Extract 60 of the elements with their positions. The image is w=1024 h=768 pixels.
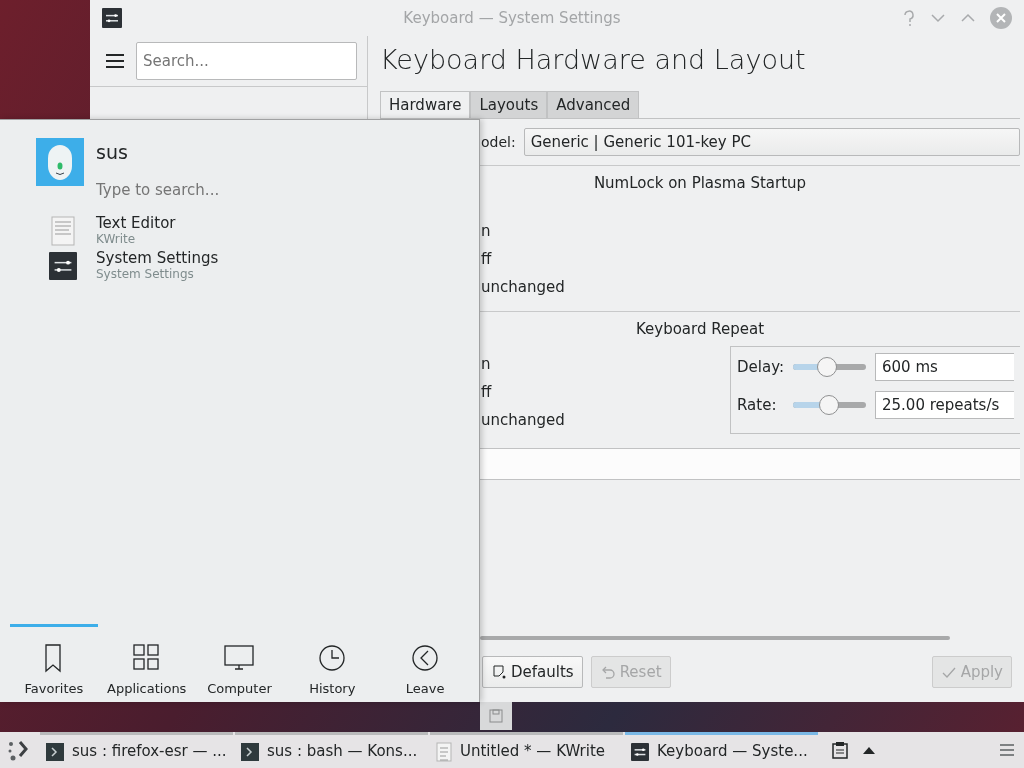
launcher-tab[interactable]: Applications [102,623,191,698]
launcher-tab[interactable]: History [288,623,377,698]
taskbar-button[interactable]: sus : firefox-esr — ... [40,732,233,768]
launcher-tab[interactable]: Computer [195,623,284,698]
monitor-icon [224,642,255,673]
settings-app-icon [49,251,77,280]
settings-app-icon [631,742,649,761]
tab[interactable]: Advanced [547,90,640,118]
scrollbar[interactable] [480,635,950,640]
page-heading: Keyboard Hardware and Layout [380,43,807,77]
option-label: ff [481,382,493,403]
field-label: Rate: [737,394,778,416]
slider-handle[interactable] [818,395,839,415]
launcher-item[interactable]: Text Editor KWrite [48,215,479,246]
terminal-icon [241,742,259,761]
expand-up-icon[interactable] [862,745,876,755]
spin-field[interactable]: 600 ms [875,353,1014,381]
taskbar-button[interactable]: Untitled * — KWrite [430,732,623,768]
slider-handle[interactable] [817,357,838,377]
settings-app-icon [102,8,122,28]
menu-icon[interactable] [106,54,124,68]
launcher-icon[interactable] [7,738,31,762]
terminal-icon [46,742,64,761]
document-icon [436,741,452,762]
option-label: unchanged [481,410,565,431]
slider-track[interactable] [793,356,866,378]
keyboard-model-dropdown[interactable]: Generic | Generic 101-key PC [523,128,1020,156]
close-icon[interactable] [990,7,1012,29]
option-label: ff [481,248,493,270]
taskbar-button[interactable]: Keyboard — Syste... [625,732,818,768]
save-icon [489,709,503,723]
search-field[interactable]: Search... [136,42,357,80]
clipboard-icon[interactable] [832,741,848,759]
help-icon[interactable] [902,10,916,26]
launcher-tab[interactable]: Favorites [10,623,98,698]
document-icon [491,663,507,680]
window-title: Keyboard — System Settings [402,7,622,29]
user-name: sus [96,140,129,165]
option-label: unchanged [481,276,565,298]
user-avatar [36,138,84,186]
field-label: odel: [481,132,516,152]
arrow-left-circle-icon [410,642,441,673]
taskbar-button[interactable]: sus : bash — Kons... [235,732,428,768]
test-area-field[interactable] [480,448,1020,480]
option-label: n [481,220,492,242]
option-label: n [481,354,492,375]
spin-field[interactable]: 25.00 repeats/s [875,391,1014,419]
group-title: Keyboard Repeat [635,319,765,338]
launcher-item[interactable]: System Settings System Settings [48,250,479,281]
launcher-tab[interactable]: Leave [381,623,469,698]
search-field[interactable]: Type to search... [96,178,396,201]
button[interactable]: Defaults [482,655,583,688]
group-title: NumLock on Plasma Startup [593,174,807,192]
document-icon [51,215,75,246]
grid-icon [131,642,162,673]
tab[interactable]: Hardware [380,90,471,118]
field-label: Delay: [737,356,785,378]
tab[interactable]: Layouts [470,90,548,118]
clock-icon [317,642,348,673]
slider-track[interactable] [793,394,866,416]
